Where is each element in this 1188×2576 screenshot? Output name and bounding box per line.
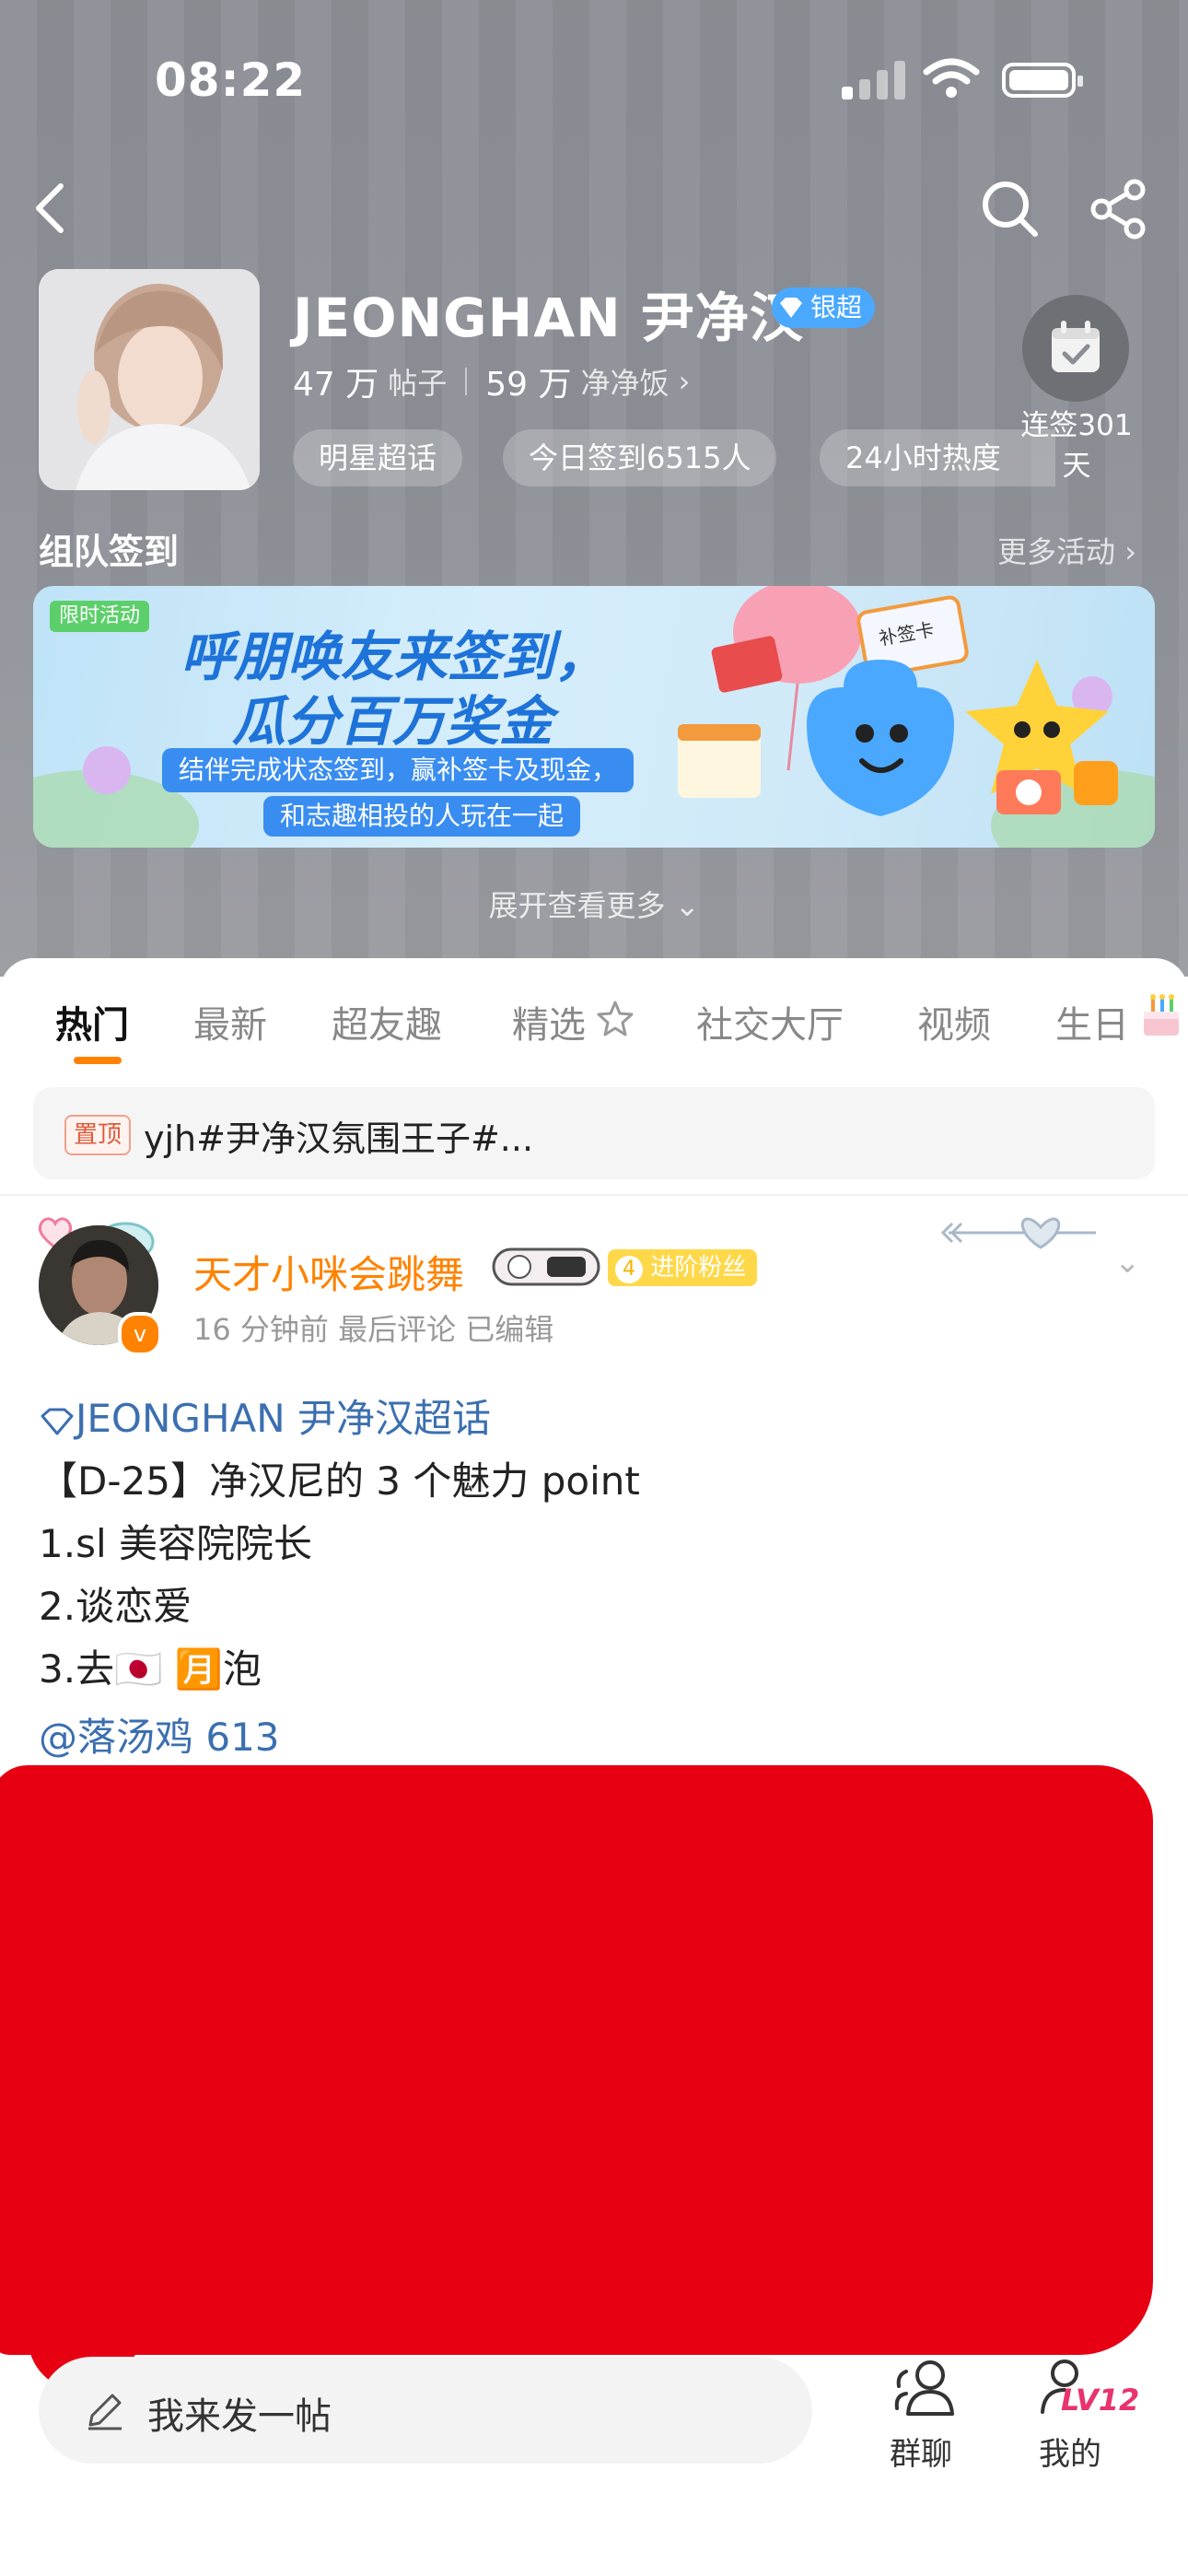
tier-badge-label: 银超 <box>810 292 863 322</box>
expand-more-label: 展开查看更多 <box>488 888 666 923</box>
active-tab-indicator <box>74 1057 122 1064</box>
tab-hot[interactable]: 热门 <box>55 995 129 1048</box>
post-topic-text: JEONGHAN 尹净汉超话 <box>76 1396 492 1441</box>
back-icon[interactable] <box>28 181 74 236</box>
topic-avatar[interactable] <box>39 269 260 490</box>
fans-label[interactable]: 净净饭 <box>581 360 670 403</box>
chevron-right-icon: › <box>678 364 691 399</box>
limited-tag: 限时活动 <box>50 601 150 632</box>
post-author-name[interactable]: 天才小咪会跳舞 <box>193 1244 464 1300</box>
tab-video[interactable]: 视频 <box>917 995 991 1048</box>
cupid-arrow-decoration-icon <box>940 1217 1096 1249</box>
wifi-icon <box>923 58 980 98</box>
checkin-streak: 连签301天 <box>1020 409 1133 483</box>
post-menu-chevron-icon[interactable]: ⌄ <box>1114 1244 1141 1281</box>
post-mention[interactable]: @落汤鸡 613 <box>39 1706 280 1762</box>
fan-level-badge: 4 进阶粉丝 <box>608 1249 758 1286</box>
redaction-mark <box>0 1765 1153 2355</box>
diamond-icon <box>780 298 802 318</box>
pencil-icon <box>88 2394 122 2430</box>
pinned-text: yjh#尹净汉氛围王子#... <box>144 1118 534 1159</box>
verified-badge-icon: v <box>118 1312 162 1356</box>
calendar-check-icon <box>1052 321 1100 372</box>
cellular-signal-icon <box>842 59 906 100</box>
sparkle-icon <box>597 1001 634 1036</box>
group-chat-label[interactable]: 群聊 <box>890 2429 952 2474</box>
tier-badge[interactable]: 银超 <box>772 287 876 328</box>
post-topic-link[interactable]: JEONGHAN 尹净汉超话 <box>39 1388 491 1444</box>
posts-count: 47 万 <box>293 366 379 404</box>
tab-social-hall[interactable]: 社交大厅 <box>696 995 844 1048</box>
search-icon[interactable] <box>980 179 1041 240</box>
banner-sub-2: 和志趣相投的人玩在一起 <box>263 796 581 837</box>
battery-icon <box>1002 63 1083 98</box>
topic-stats: 47 万 帖子 59 万 净净饭 › <box>293 357 690 405</box>
chip-star-topic[interactable]: 明星超话 <box>293 429 463 486</box>
banner-sub-1: 结伴完成状态签到，赢补签卡及现金， <box>162 748 635 792</box>
group-chat-icon[interactable] <box>888 2357 961 2419</box>
chip-checkin-today[interactable]: 今日签到6515人 <box>503 429 777 486</box>
mine-label[interactable]: 我的 <box>1039 2429 1101 2474</box>
status-time: 08:22 <box>155 53 307 107</box>
pinned-tag: 置顶 <box>64 1115 132 1155</box>
fan-level-text: 进阶粉丝 <box>650 1254 747 1282</box>
stats-divider <box>465 368 468 395</box>
activity-banner[interactable]: 限时活动 呼朋唤友来签到， 瓜分百万奖金 结伴完成状态签到，赢补签卡及现金， 和… <box>33 586 1155 848</box>
expand-more-link[interactable]: 展开查看更多 ⌄ <box>0 883 1188 925</box>
activity-title: 组队签到 <box>39 532 180 572</box>
post-text-line-3: 2.谈恋爱 <box>39 1584 192 1629</box>
fans-count[interactable]: 59 万 <box>485 357 571 405</box>
more-activities-label: 更多活动 <box>997 534 1116 569</box>
post-text-line-4: 3.去🇯🇵 🈷️泡 <box>39 1646 262 1692</box>
posts-label: 帖子 <box>388 366 448 401</box>
tab-featured[interactable]: 精选 <box>512 995 586 1048</box>
topic-name: JEONGHAN 尹净汉 <box>293 287 804 349</box>
post-meta: 16 分钟前 最后评论 已编辑 <box>193 1312 554 1347</box>
banner-headline-2: 瓜分百万奖金 <box>232 690 553 753</box>
tab-fun[interactable]: 超友趣 <box>332 995 442 1048</box>
user-level: LV12 <box>1061 2383 1140 2418</box>
cake-icon <box>1144 994 1179 1036</box>
tab-birthday[interactable]: 生日 <box>1055 995 1129 1048</box>
more-activities-link[interactable]: 更多活动 › <box>997 529 1136 571</box>
tab-latest[interactable]: 最新 <box>193 995 267 1048</box>
cat-badge-icon <box>492 1247 600 1286</box>
post-text-line-1: 【D-25】净汉尼的 3 个魅力 point <box>39 1458 640 1504</box>
post-text-line-2: 1.sl 美容院院长 <box>39 1521 312 1566</box>
diamond-icon <box>41 1408 74 1434</box>
composer-placeholder: 我来发一帖 <box>147 2395 332 2438</box>
checkin-button[interactable] <box>1022 295 1129 402</box>
share-icon[interactable] <box>1089 179 1149 240</box>
divider <box>0 1194 1188 1196</box>
fan-level-number: 4 <box>615 1256 643 1283</box>
